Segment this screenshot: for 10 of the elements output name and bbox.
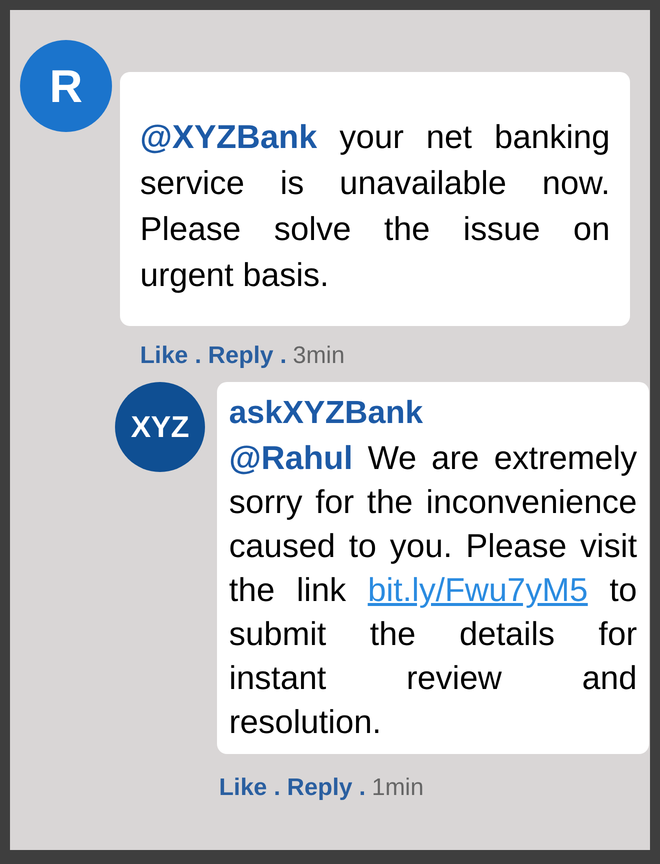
timestamp: 1min bbox=[372, 773, 424, 803]
comment-actions[interactable]: Like . Reply . bbox=[140, 338, 287, 374]
comment-text: @Rahul We are extremely sorry for the inconvenience caused to you. Please visit the link bit.ly/Fwu7yM5 to submit the details for instant review and resolution. bbox=[229, 438, 637, 742]
link[interactable]: bit.ly/Fwu7yM5 bbox=[368, 571, 588, 608]
author-name[interactable]: askXYZBank bbox=[229, 390, 637, 434]
avatar: XYZ bbox=[115, 382, 205, 472]
comment-actions[interactable]: Like . Reply . bbox=[219, 770, 366, 806]
avatar: R bbox=[20, 40, 112, 132]
timestamp: 3min bbox=[292, 341, 345, 371]
comment-text: @XYZBank your net banking service is unavailable now. Please solve the issue on urgent basis. bbox=[140, 117, 610, 295]
